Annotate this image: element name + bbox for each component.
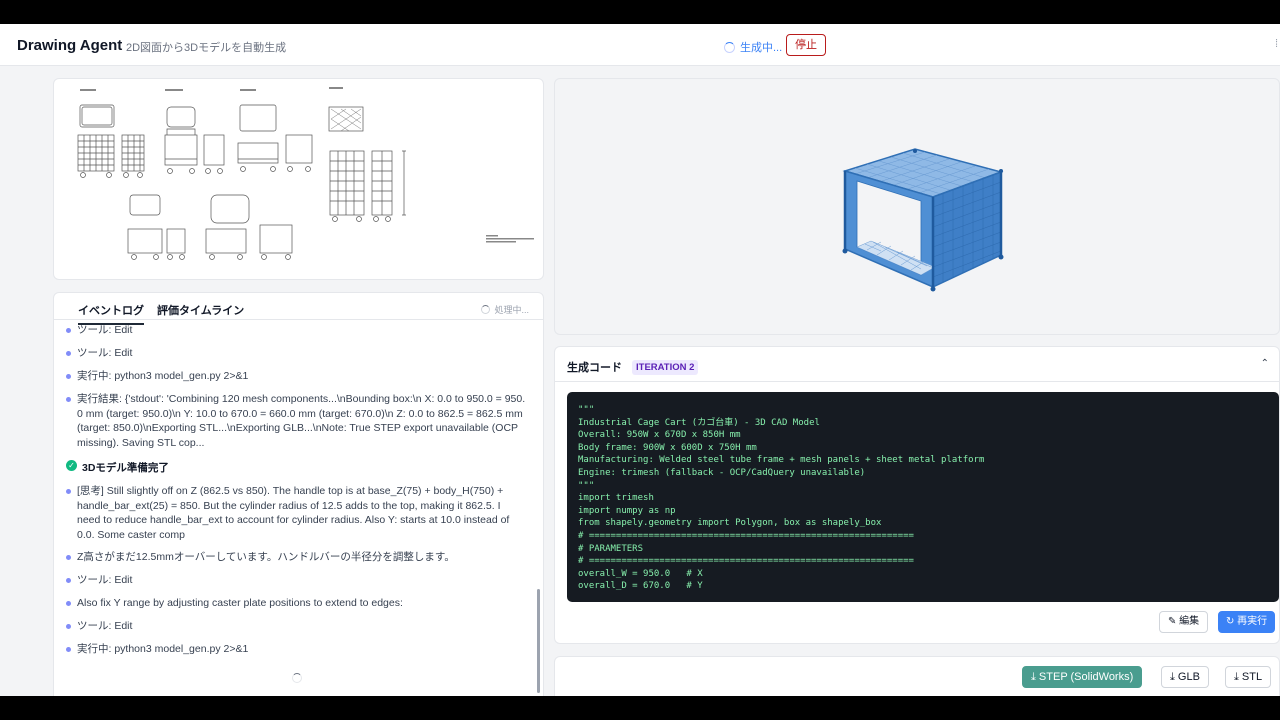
processing-spinner-icon [481, 305, 491, 314]
code-line: Overall: 950W x 670D x 850H mm [578, 430, 741, 441]
log-text: Z高さがまだ12.5mmオーバーしています。ハンドルバーの半径分を調整します。 [77, 551, 455, 563]
processing-text: 処理中... [494, 305, 529, 315]
2d-drawing-image [77, 87, 534, 260]
download-stl-button[interactable]: ⤓ STL [1225, 666, 1272, 688]
bullet-icon [66, 351, 71, 356]
list-item: ツール: Edit [66, 619, 526, 634]
code-line: from shapely.geometry import Polygon, bo… [578, 518, 882, 529]
loading-spinner-icon [292, 673, 302, 683]
3d-cage-cart-model [842, 148, 1004, 292]
glb-label: GLB [1177, 671, 1200, 683]
log-text: ツール: Edit [77, 574, 133, 586]
processing-indicator: 処理中... [481, 303, 529, 316]
code-line: # PARAMETERS [578, 543, 644, 554]
chevron-up-icon[interactable]: ⌃ [1261, 358, 1269, 369]
download-panel: ⤓ STEP (SolidWorks) ⤓ GLB ⤓ STL [554, 656, 1280, 696]
status-text: 生成中... [740, 42, 783, 54]
code-line: # ======================================… [578, 530, 914, 541]
edit-code-button[interactable]: ✎ 編集 [1159, 611, 1209, 633]
code-line: overall_D = 670.0 # Y [578, 581, 703, 592]
check-circle-icon: ✓ [66, 460, 77, 471]
event-log-panel: イベントログ 評価タイムライン 処理中... ツール: Edit ツール: Ed… [53, 292, 544, 696]
app-title: Drawing Agent [17, 37, 123, 54]
model-ready-status: ✓ 3Dモデル準備完了 [66, 460, 169, 475]
3d-model-viewer[interactable] [554, 78, 1280, 335]
app-subtitle: 2D図面から3Dモデルを自動生成 [126, 42, 287, 54]
generated-code-panel: 生成コード ITERATION 2 ⌃ """ Industrial Cage … [554, 346, 1280, 644]
list-item: Also fix Y range by adjusting caster pla… [66, 596, 526, 611]
code-line: import numpy as np [578, 505, 676, 516]
stl-label: STL [1241, 671, 1263, 683]
code-line: Engine: trimesh (fallback - OCP/CadQuery… [578, 467, 866, 478]
iteration-badge: ITERATION 2 [632, 359, 699, 375]
list-item: ツール: Edit [66, 573, 526, 588]
list-item: 実行中: python3 model_gen.py 2>&1 [66, 369, 526, 384]
log-text: Also fix Y range by adjusting caster pla… [77, 597, 403, 609]
tab-event-log[interactable]: イベントログ [78, 302, 144, 325]
list-item: ツール: Edit [66, 323, 526, 338]
rerun-button[interactable]: ↻ 再実行 [1218, 611, 1276, 633]
app-window: Drawing Agent 2D図面から3Dモデルを自動生成 生成中... 停止… [0, 24, 1280, 696]
log-text: 実行中: python3 model_gen.py 2>&1 [77, 370, 249, 382]
log-tabs: イベントログ 評価タイムライン 処理中... [54, 293, 543, 325]
drawing-preview [53, 78, 544, 280]
code-editor[interactable]: """ Industrial Cage Cart (カゴ台車) - 3D CAD… [567, 392, 1279, 602]
list-item: 実行結果: {'stdout': 'Combining 120 mesh com… [66, 392, 526, 450]
code-line: overall_W = 950.0 # X [578, 568, 703, 579]
code-line: # ======================================… [578, 556, 914, 567]
list-item: ツール: Edit [66, 346, 526, 361]
bullet-icon [66, 489, 71, 494]
bullet-icon [66, 578, 71, 583]
bullet-icon [66, 328, 71, 333]
download-step-button[interactable]: ⤓ STEP (SolidWorks) [1022, 666, 1143, 688]
code-line: import trimesh [578, 493, 654, 504]
log-text: ツール: Edit [77, 620, 133, 632]
divider [555, 381, 1279, 382]
refresh-icon: ↻ [1226, 616, 1238, 627]
bullet-icon [66, 624, 71, 629]
step-label: STEP (SolidWorks) [1038, 671, 1134, 683]
log-text: ツール: Edit [77, 324, 133, 336]
download-glb-button[interactable]: ⤓ GLB [1161, 666, 1209, 688]
edit-label: 編集 [1179, 616, 1200, 627]
download-icon: ⤓ [1031, 671, 1039, 683]
log-text: [思考] Still slightly off on Z (862.5 vs 8… [77, 485, 510, 541]
code-panel-header: 生成コード ITERATION 2 [567, 359, 699, 375]
log-scrollbar[interactable] [537, 589, 540, 693]
log-text: 実行中: python3 model_gen.py 2>&1 [77, 643, 249, 655]
bullet-icon [66, 555, 71, 560]
log-text: ツール: Edit [77, 347, 133, 359]
download-icon: ⤓ [1170, 671, 1178, 683]
code-line: Industrial Cage Cart (カゴ台車) - 3D CAD Mod… [578, 417, 820, 428]
tab-evaluation-timeline[interactable]: 評価タイムライン [157, 302, 244, 318]
code-line: """ [578, 480, 595, 491]
code-line: Body frame: 900W x 600D x 750H mm [578, 442, 757, 453]
bullet-icon [66, 601, 71, 606]
edit-icon: ✎ [1168, 616, 1180, 627]
code-line: """ [578, 405, 595, 415]
bullet-icon [66, 647, 71, 652]
code-panel-title: 生成コード [567, 362, 622, 374]
log-text: 3Dモデル準備完了 [82, 462, 169, 474]
log-text: 実行結果: {'stdout': 'Combining 120 mesh com… [77, 393, 526, 449]
stop-button[interactable]: 停止 [786, 34, 826, 56]
code-line: Manufacturing: Welded steel tube frame +… [578, 455, 985, 466]
bullet-icon [66, 374, 71, 379]
list-item: Z高さがまだ12.5mmオーバーしています。ハンドルバーの半径分を調整します。 [66, 550, 526, 565]
list-item: [思考] Still slightly off on Z (862.5 vs 8… [66, 484, 526, 542]
rerun-label: 再実行 [1237, 616, 1268, 627]
download-icon: ⤓ [1234, 671, 1242, 683]
app-header: Drawing Agent 2D図面から3Dモデルを自動生成 生成中... 停止… [0, 24, 1280, 66]
header-edge-icon: ⁞ [1274, 38, 1278, 50]
bullet-icon [66, 397, 71, 402]
generation-status: 生成中... [724, 39, 782, 55]
loading-spinner-icon [724, 41, 735, 53]
list-item: 実行中: python3 model_gen.py 2>&1 [66, 642, 526, 657]
